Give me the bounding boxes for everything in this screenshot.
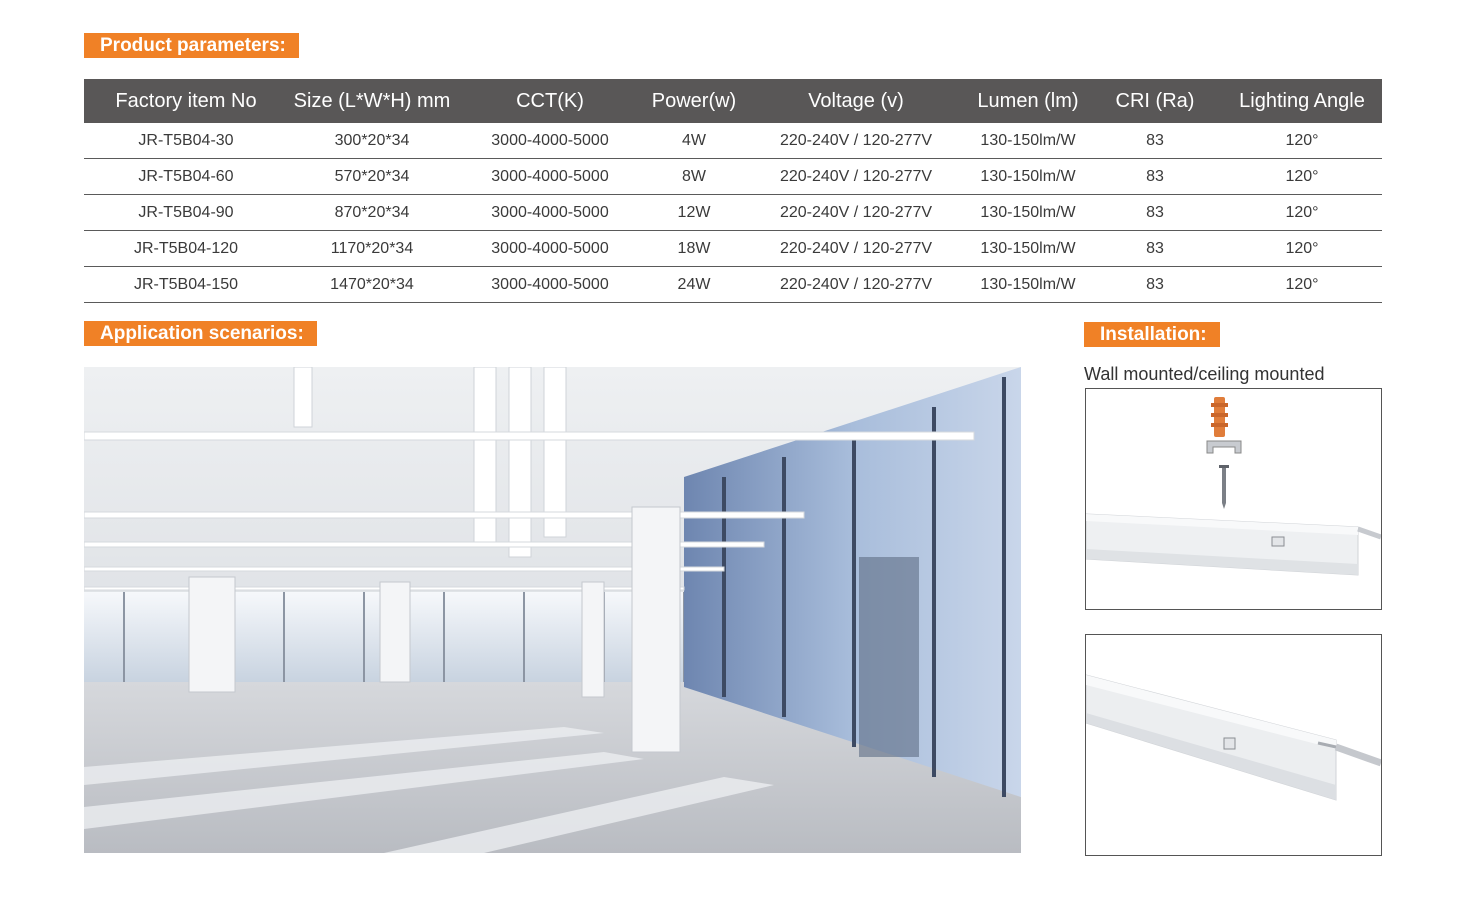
cell-power: 12W [644,194,744,231]
col-header-angle: Lighting Angle [1222,79,1382,123]
cell-size: 300*20*34 [288,123,456,159]
table-row: JR-T5B04-60 570*20*34 3000-4000-5000 8W … [84,158,1382,195]
cell-item-no: JR-T5B04-60 [84,158,288,195]
mounting-clip-icon [1206,440,1242,454]
cell-cri: 83 [1088,123,1222,159]
wall-anchor-icon [1211,397,1228,437]
cell-power: 24W [644,266,744,303]
cell-lumen: 130-150lm/W [968,230,1088,267]
cell-angle: 120° [1222,194,1382,231]
cell-cri: 83 [1088,158,1222,195]
cell-lumen: 130-150lm/W [968,194,1088,231]
cell-voltage: 220-240V / 120-277V [744,194,968,231]
cell-voltage: 220-240V / 120-277V [744,158,968,195]
table-row: JR-T5B04-150 1470*20*34 3000-4000-5000 2… [84,266,1382,303]
col-header-voltage: Voltage (v) [744,79,968,123]
cell-item-no: JR-T5B04-30 [84,123,288,159]
cell-angle: 120° [1222,123,1382,159]
cell-lumen: 130-150lm/W [968,158,1088,195]
cell-angle: 120° [1222,158,1382,195]
wall-mount-diagram [1085,388,1382,610]
cell-size: 1470*20*34 [288,266,456,303]
cell-lumen: 130-150lm/W [968,123,1088,159]
led-tube-fixture [1086,674,1381,801]
cell-power: 18W [644,230,744,267]
col-header-cri: CRI (Ra) [1088,79,1222,123]
screw-icon [1219,465,1229,509]
cell-lumen: 130-150lm/W [968,266,1088,303]
cell-size: 570*20*34 [288,158,456,195]
cell-angle: 120° [1222,230,1382,267]
cell-cri: 83 [1088,194,1222,231]
cell-voltage: 220-240V / 120-277V [744,230,968,267]
installation-label: Wall mounted/ceiling mounted [1084,364,1325,384]
col-header-size: Size (L*W*H) mm [288,79,456,123]
cell-voltage: 220-240V / 120-277V [744,266,968,303]
cell-cct: 3000-4000-5000 [456,230,644,267]
col-header-power: Power(w) [644,79,744,123]
cell-item-no: JR-T5B04-120 [84,230,288,267]
cell-size: 1170*20*34 [288,230,456,267]
cell-power: 4W [644,123,744,159]
cell-item-no: JR-T5B04-90 [84,194,288,231]
table-header-row: Factory item No Size (L*W*H) mm CCT(K) P… [84,79,1382,123]
cell-cct: 3000-4000-5000 [456,158,644,195]
cell-item-no: JR-T5B04-150 [84,266,288,303]
cell-cri: 83 [1088,230,1222,267]
cell-size: 870*20*34 [288,194,456,231]
ceiling-mount-diagram [1085,634,1382,856]
table-row: JR-T5B04-30 300*20*34 3000-4000-5000 4W … [84,123,1382,159]
cell-angle: 120° [1222,266,1382,303]
col-header-cct: CCT(K) [456,79,644,123]
cell-cct: 3000-4000-5000 [456,266,644,303]
cell-cct: 3000-4000-5000 [456,123,644,159]
cell-power: 8W [644,158,744,195]
table-row: JR-T5B04-90 870*20*34 3000-4000-5000 12W… [84,194,1382,231]
cell-cct: 3000-4000-5000 [456,194,644,231]
office-scene-image [84,367,1021,853]
table-row: JR-T5B04-120 1170*20*34 3000-4000-5000 1… [84,230,1382,267]
cell-cri: 83 [1088,266,1222,303]
col-header-lumen: Lumen (lm) [968,79,1088,123]
product-parameters-table: Factory item No Size (L*W*H) mm CCT(K) P… [84,79,1382,303]
application-scenarios-heading: Application scenarios: [84,321,317,346]
product-parameters-heading: Product parameters: [84,33,299,58]
col-header-item-no: Factory item No [84,79,288,123]
led-tube-fixture [1086,513,1381,576]
cell-voltage: 220-240V / 120-277V [744,123,968,159]
installation-heading: Installation: [1084,322,1220,347]
